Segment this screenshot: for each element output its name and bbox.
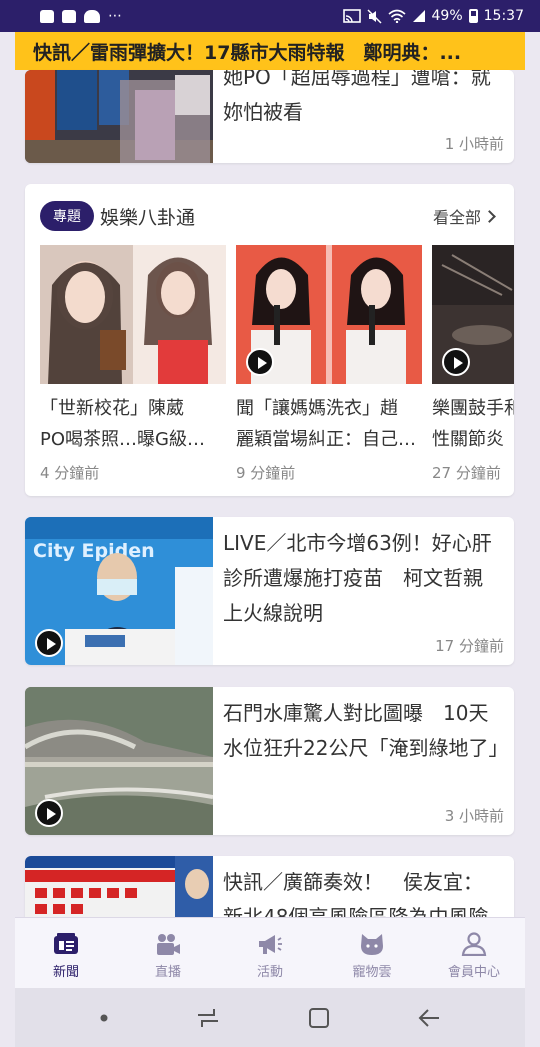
topic-item-title: 樂團鼓手和 性關節炎: [432, 398, 514, 450]
topic-item-title: 「世新校花」陳葳 PO喝茶照…曝G級…: [40, 398, 205, 450]
breaking-news-ticker[interactable]: 快訊／雷雨彈擴大！17縣市大雨特報 鄭明典：...: [15, 32, 525, 70]
wifi-icon: [387, 9, 406, 23]
nav-item-member[interactable]: 會員中心: [423, 918, 525, 988]
battery-icon: [468, 9, 478, 23]
news-card[interactable]: City Epiden LIVE／北市今增63例！好心肝診所遭爆施打疫苗 柯文哲…: [25, 517, 514, 665]
nav-item-news[interactable]: 新聞: [15, 918, 117, 988]
topic-item-title: 聞「讓媽媽洗衣」趙 麗穎當場糾正：自己…: [236, 398, 416, 450]
news-time: 1 小時前: [444, 135, 504, 153]
mute-icon: [366, 8, 382, 24]
news-title: LIVE／北市今增63例！好心肝診所遭爆施打疫苗 柯文哲親上火線說明: [223, 531, 492, 625]
nav-label: 直播: [154, 965, 181, 980]
nav-item-pets[interactable]: 寵物雲: [321, 918, 423, 988]
notification-icons: ⋯: [40, 8, 343, 24]
topic-carousel[interactable]: 「世新校花」陳葳 PO喝茶照…曝G級… 4 分鐘前 聞「讓媽媽洗衣」趙 麗穎當場…: [40, 245, 514, 495]
news-time: 3 小時前: [444, 807, 504, 825]
news-thumbnail: [25, 687, 213, 835]
ticker-text: 快訊／雷雨彈擴大！17縣市大雨特報 鄭明典：...: [33, 41, 462, 64]
system-status: 49% 15:37: [342, 8, 524, 24]
topic-item[interactable]: 聞「讓媽媽洗衣」趙 麗穎當場糾正：自己… 9 分鐘前: [236, 245, 422, 485]
user-icon: [461, 932, 487, 956]
topic-card: 專題 娛樂八卦通 看全部 「世新校花」陳葳 PO喝茶照…曝G級… 4 分鐘前 聞…: [25, 184, 514, 496]
topic-item-image: [236, 245, 422, 384]
chevron-right-icon: [483, 209, 496, 223]
app-screen: ⋯ 49% 15:37 快訊／雷雨彈擴大！17縣市大雨特報 鄭明典：... 她P…: [0, 0, 540, 1047]
cat-icon: [361, 934, 383, 955]
megaphone-icon: [259, 935, 282, 954]
play-icon: [35, 629, 63, 657]
people-icon: [84, 9, 100, 23]
news-time: 17 分鐘前: [435, 637, 504, 655]
topic-item[interactable]: 「世新校花」陳葳 PO喝茶照…曝G級… 4 分鐘前: [40, 245, 226, 485]
see-all-link[interactable]: 看全部: [432, 204, 496, 228]
topic-item-time: 9 分鐘前: [236, 464, 296, 482]
news-title: 石門水庫驚人對比圖曝 10天水位狂升22公尺「淹到綠地了」: [223, 701, 509, 760]
back-icon[interactable]: [417, 1007, 441, 1029]
news-thumbnail: City Epiden: [25, 517, 213, 665]
screencast-icon: [342, 9, 361, 23]
play-icon: [442, 348, 470, 376]
dot-icon[interactable]: [99, 1013, 109, 1023]
battery-percent: 49%: [431, 8, 463, 24]
android-icon: [40, 9, 54, 23]
signal-icon: [412, 10, 425, 22]
topic-title: 娛樂八卦通: [100, 206, 196, 229]
nav-item-live[interactable]: 直播: [117, 918, 219, 988]
topic-item-time: 4 分鐘前: [40, 464, 100, 482]
recent-apps-icon[interactable]: [196, 1007, 220, 1029]
topic-item-time: 27 分鐘前: [432, 464, 501, 482]
topic-header: 專題 娛樂八卦通 看全部: [40, 200, 496, 232]
nav-label: 寵物雲: [352, 965, 392, 980]
video-camera-icon: [157, 934, 180, 955]
nav-label: 新聞: [52, 965, 79, 980]
play-icon: [246, 348, 274, 376]
clock: 15:37: [483, 8, 524, 24]
nav-item-events[interactable]: 活動: [219, 918, 321, 988]
news-card[interactable]: 她PO「超屈辱過程」遭嗆：就妳怕被看 1 小時前: [25, 70, 514, 163]
news-title: 她PO「超屈辱過程」遭嗆：就妳怕被看: [223, 70, 491, 124]
bottom-navigation: 新聞 直播 活動 寵物雲 會員中心: [15, 917, 525, 988]
news-card[interactable]: 石門水庫驚人對比圖曝 10天水位狂升22公尺「淹到綠地了」 3 小時前: [25, 687, 514, 835]
android-icon: [62, 9, 76, 23]
topic-item-image: [432, 245, 514, 384]
nav-label: 會員中心: [447, 965, 500, 980]
see-all-label: 看全部: [432, 208, 481, 227]
nav-label: 活動: [256, 965, 283, 980]
status-bar: ⋯ 49% 15:37: [0, 0, 540, 32]
topic-badge: 專題: [40, 201, 94, 231]
thumbnail-caption: City Epiden: [33, 540, 155, 562]
topic-item-image: [40, 245, 226, 384]
news-thumbnail: [25, 70, 213, 163]
topic-item[interactable]: 樂團鼓手和 性關節炎 27 分鐘前: [432, 245, 514, 485]
home-icon[interactable]: [308, 1007, 330, 1029]
play-icon: [35, 799, 63, 827]
system-navigation-bar: [15, 988, 525, 1047]
more-dots-icon: ⋯: [108, 8, 123, 24]
news-icon: [54, 933, 78, 954]
